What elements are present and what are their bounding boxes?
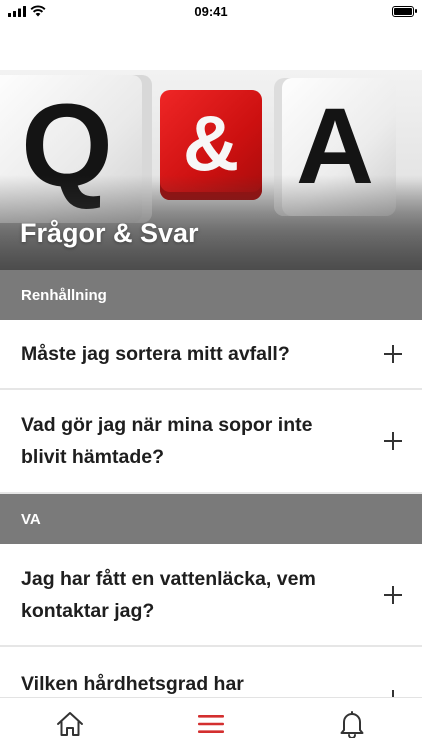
page-title: Frågor & Svar [20, 218, 199, 248]
plus-icon[interactable] [384, 345, 402, 363]
faq-item[interactable]: Jag har fått en vattenläcka, vem kontakt… [0, 544, 422, 647]
plus-icon[interactable] [384, 585, 402, 604]
plus-icon[interactable] [384, 432, 402, 450]
section-title: Renhållning [21, 286, 107, 304]
faq-question: Vad gör jag när mina sopor inte blivit h… [21, 414, 313, 468]
menu-icon [197, 715, 224, 733]
tab-bar [0, 697, 422, 750]
faq-item[interactable]: Vad gör jag när mina sopor inte blivit h… [0, 390, 422, 494]
status-bar: 09:41 [0, 0, 422, 22]
tab-notifications[interactable] [322, 702, 382, 746]
faq-question: Jag har fått en vattenläcka, vem kontakt… [21, 567, 316, 622]
battery-icon [392, 5, 417, 17]
section-header-va: VA [0, 494, 422, 544]
status-time: 09:41 [194, 4, 228, 19]
hero-banner: Q & A Frågor & Svar [0, 70, 422, 270]
faq-question: Måste jag sortera mitt avfall? [21, 343, 290, 365]
tab-home[interactable] [40, 702, 100, 746]
faq-question: Vilken hårdhetsgrad har [21, 673, 244, 695]
tab-menu[interactable] [181, 702, 241, 746]
faq-item[interactable]: Måste jag sortera mitt avfall? [0, 320, 422, 390]
home-icon [57, 712, 84, 736]
section-header-renhallning: Renhållning [0, 270, 422, 320]
section-title: VA [21, 510, 41, 528]
bell-icon [340, 711, 364, 738]
